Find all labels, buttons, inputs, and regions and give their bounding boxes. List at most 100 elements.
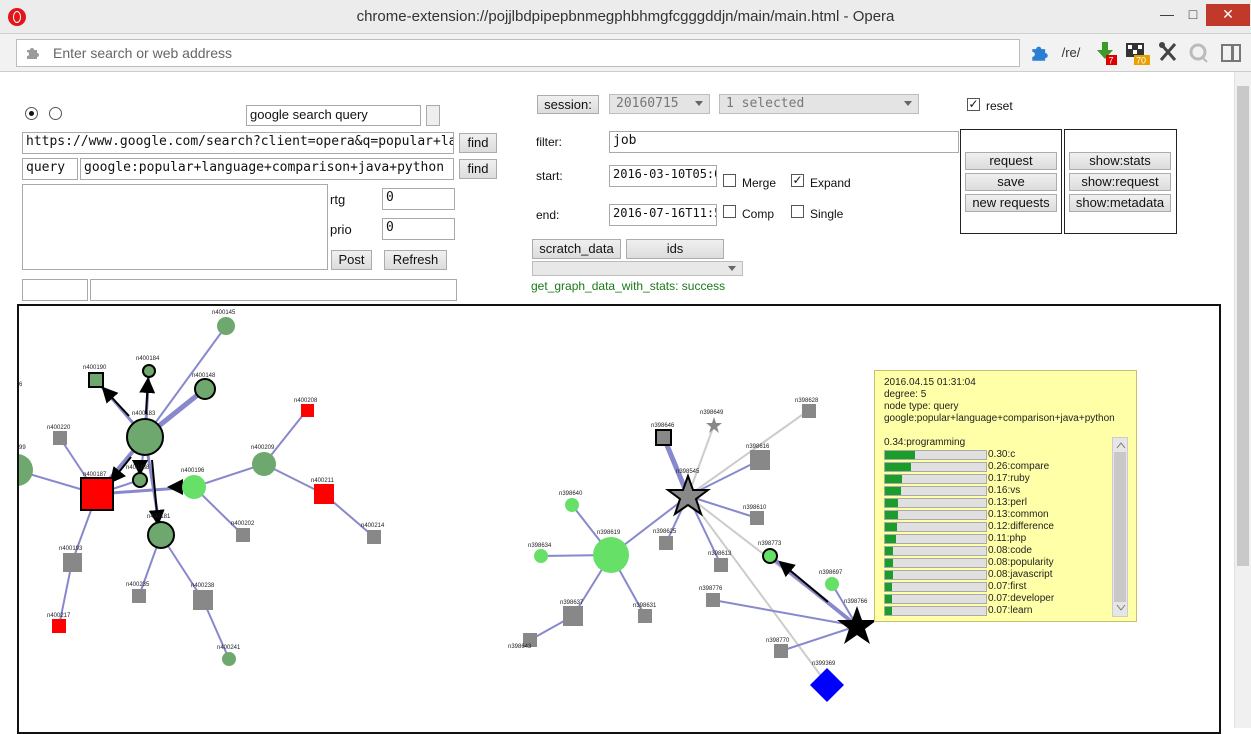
tools-extension-icon[interactable] bbox=[1158, 41, 1178, 63]
comp-checkbox[interactable] bbox=[723, 205, 736, 218]
node-n398619[interactable] bbox=[593, 537, 629, 573]
filter-input[interactable]: job bbox=[609, 131, 959, 153]
node-n398637[interactable] bbox=[563, 606, 583, 626]
node-n398628[interactable] bbox=[802, 404, 816, 418]
node-n399369[interactable] bbox=[810, 668, 844, 702]
notes-textarea[interactable] bbox=[22, 184, 328, 270]
node-n398649[interactable] bbox=[706, 417, 722, 433]
node-n398545[interactable] bbox=[665, 473, 711, 517]
url-input[interactable]: https://www.google.com/search?client=ope… bbox=[22, 132, 454, 154]
node-n400187[interactable] bbox=[80, 477, 114, 511]
search-extension-icon[interactable] bbox=[1188, 42, 1210, 64]
ids-select[interactable] bbox=[532, 261, 743, 276]
node-n398776[interactable] bbox=[706, 593, 720, 607]
new-requests-button[interactable]: new requests bbox=[965, 194, 1057, 212]
node-edge-left[interactable] bbox=[19, 454, 33, 486]
tooltip-scrollbar[interactable] bbox=[1112, 437, 1128, 617]
find-url-button[interactable]: find bbox=[459, 133, 497, 153]
page-scrollbar[interactable] bbox=[1234, 72, 1251, 728]
node-n400220[interactable] bbox=[53, 431, 67, 445]
node-n400181[interactable] bbox=[147, 521, 175, 549]
show-metadata-button[interactable]: show:metadata bbox=[1069, 194, 1171, 212]
node-n398625[interactable] bbox=[659, 536, 673, 550]
show-request-button[interactable]: show:request bbox=[1069, 173, 1171, 191]
expand-checkbox[interactable]: ✓ bbox=[791, 174, 804, 187]
address-input[interactable] bbox=[51, 43, 1011, 63]
node-n400241[interactable] bbox=[222, 652, 236, 666]
query-input[interactable]: google:popular+language+comparison+java+… bbox=[80, 158, 454, 180]
scratch-data-button[interactable]: scratch_data bbox=[532, 239, 621, 259]
node-n398646[interactable] bbox=[655, 429, 672, 446]
session-select[interactable]: 20160715 bbox=[609, 94, 710, 114]
single-label: Single bbox=[810, 207, 844, 221]
address-field[interactable] bbox=[16, 39, 1020, 67]
save-button[interactable]: save bbox=[965, 173, 1057, 191]
post-button[interactable]: Post bbox=[331, 250, 372, 270]
node-n400208[interactable] bbox=[301, 404, 314, 417]
node-n400196[interactable] bbox=[182, 475, 206, 499]
regex-extension-icon[interactable]: /re/ bbox=[1058, 41, 1084, 65]
start-input[interactable]: 2016-03-10T05:00 bbox=[609, 165, 717, 187]
node-n398610[interactable] bbox=[750, 511, 764, 525]
node-n398640[interactable] bbox=[565, 498, 579, 512]
node-n400193[interactable] bbox=[63, 553, 82, 572]
node-n400238[interactable] bbox=[193, 590, 213, 610]
node-n398766[interactable] bbox=[837, 606, 877, 644]
scroll-up-icon[interactable] bbox=[1116, 441, 1126, 449]
node-n400214[interactable] bbox=[367, 530, 381, 544]
find-query-button[interactable]: find bbox=[459, 159, 497, 179]
close-button[interactable]: ✕ bbox=[1206, 4, 1250, 26]
end-input[interactable]: 2016-07-16T11:54 bbox=[609, 204, 717, 226]
node-n398616[interactable] bbox=[750, 450, 770, 470]
mode-radio-1[interactable] bbox=[25, 107, 38, 120]
node-n400209[interactable] bbox=[252, 452, 276, 476]
node-n400184[interactable] bbox=[142, 364, 156, 378]
node-n398634[interactable] bbox=[534, 549, 548, 563]
download-extension-icon[interactable]: 7 bbox=[1094, 40, 1118, 66]
query-type-select[interactable]: google search query bbox=[246, 105, 421, 126]
node-n400148[interactable] bbox=[194, 378, 216, 400]
node-n400235[interactable] bbox=[132, 589, 146, 603]
qr-extension-icon[interactable]: 70 bbox=[1124, 40, 1152, 66]
page-scroll-thumb[interactable] bbox=[1237, 86, 1249, 566]
node-n398613[interactable] bbox=[714, 558, 728, 572]
node-n400190[interactable] bbox=[88, 372, 104, 388]
extra-input-2[interactable] bbox=[90, 279, 457, 301]
rtg-input[interactable]: 0 bbox=[382, 188, 455, 210]
selection-select[interactable]: 1 selected bbox=[719, 94, 919, 114]
scroll-down-icon[interactable] bbox=[1116, 604, 1126, 612]
expand-label: Expand bbox=[810, 176, 851, 190]
show-stats-button[interactable]: show:stats bbox=[1069, 152, 1171, 170]
mode-radio-2[interactable] bbox=[49, 107, 62, 120]
label-n400217: n400217 bbox=[47, 613, 71, 619]
node-n400211[interactable] bbox=[314, 484, 334, 504]
session-button[interactable]: session: bbox=[537, 95, 599, 114]
refresh-button[interactable]: Refresh bbox=[384, 250, 447, 270]
maximize-button[interactable]: □ bbox=[1182, 4, 1204, 26]
extension-puzzle-icon[interactable] bbox=[1031, 44, 1049, 62]
minimize-button[interactable]: — bbox=[1156, 4, 1178, 26]
nodes-left[interactable] bbox=[19, 317, 381, 666]
node-n400217[interactable] bbox=[52, 619, 66, 633]
node-n400188[interactable] bbox=[132, 472, 148, 488]
single-checkbox[interactable] bbox=[791, 205, 804, 218]
merge-checkbox[interactable] bbox=[723, 174, 736, 187]
reset-checkbox[interactable]: ✓ bbox=[967, 98, 980, 111]
node-n400145[interactable] bbox=[217, 317, 235, 335]
node-n400202[interactable] bbox=[236, 528, 250, 542]
ids-button[interactable]: ids bbox=[626, 239, 724, 259]
query-type-toggle[interactable] bbox=[426, 105, 440, 126]
node-n398773[interactable] bbox=[762, 548, 778, 564]
request-button[interactable]: request bbox=[965, 152, 1057, 170]
node-n398631[interactable] bbox=[638, 609, 652, 623]
node-n400183[interactable] bbox=[126, 418, 164, 456]
sidebar-toggle-icon[interactable] bbox=[1220, 42, 1242, 64]
node-n398770[interactable] bbox=[774, 644, 788, 658]
node-n398697[interactable] bbox=[825, 577, 839, 591]
prio-input[interactable]: 0 bbox=[382, 218, 455, 240]
nodes-right[interactable] bbox=[523, 404, 877, 702]
tooltip-scroll-thumb[interactable] bbox=[1114, 452, 1126, 602]
extra-input-1[interactable] bbox=[22, 279, 88, 301]
type-input[interactable]: query bbox=[22, 158, 78, 180]
label-n400181: n400181 bbox=[147, 514, 171, 520]
